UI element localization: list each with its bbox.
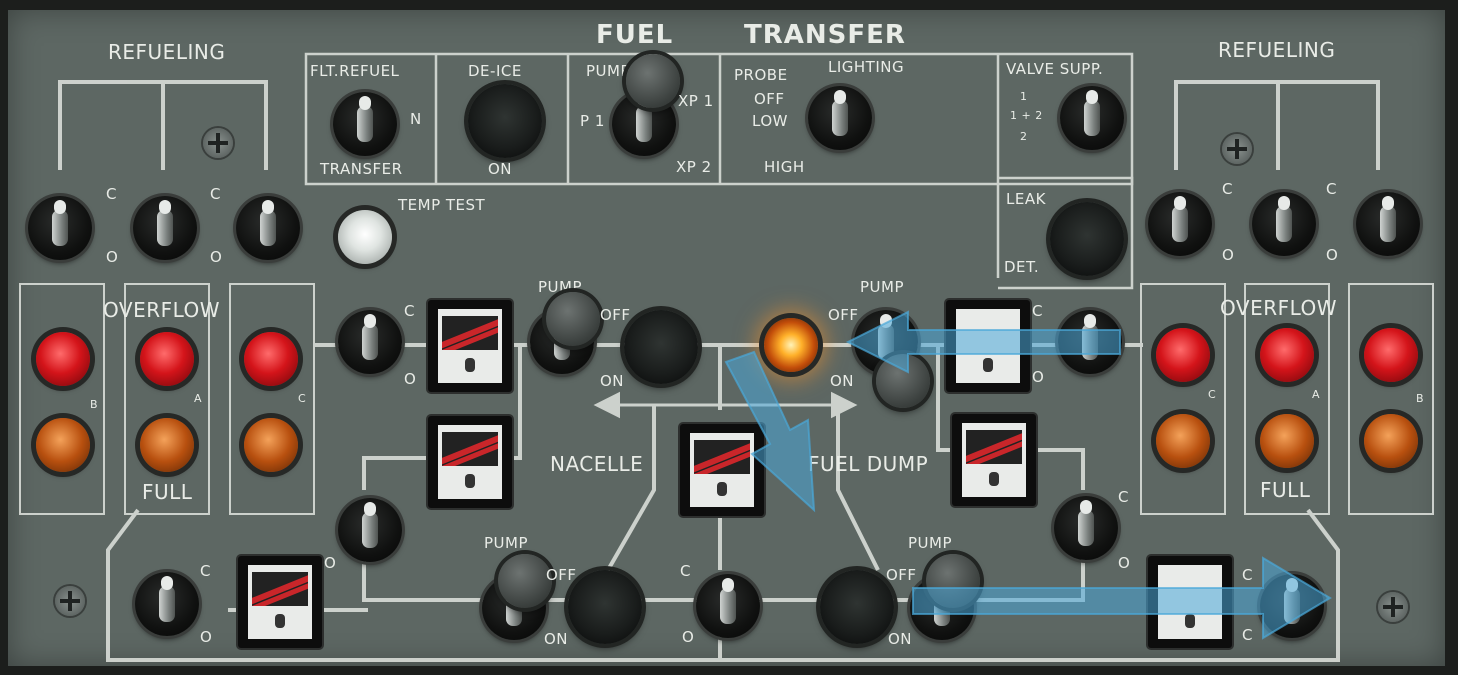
hint-arrow-icon — [724, 350, 816, 513]
hint-arrow-icon — [912, 556, 1332, 640]
fuel-transfer-panel: FUEL TRANSFER REFUELING C C O O FLT.REFU… — [8, 10, 1445, 666]
hint-arrow-icon — [845, 310, 1121, 374]
hint-arrow-overlay — [724, 310, 1332, 640]
